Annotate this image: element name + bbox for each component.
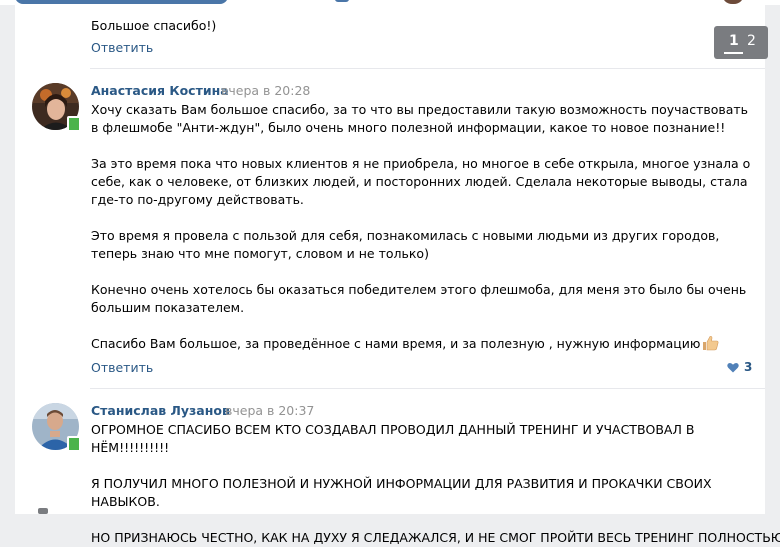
header-search-bar[interactable] — [15, 0, 228, 4]
comment-paragraph: НО ПРИЗНАЮСЬ ЧЕСТНО, КАК НА ДУХУ Я СЛЕДА… — [91, 530, 780, 545]
comment-text: Хочу сказать Вам большое спасибо, за то … — [91, 101, 753, 356]
prev-reply-link[interactable]: Ответить — [91, 40, 153, 55]
page-1-button[interactable]: 1 — [724, 33, 743, 54]
page-2-button[interactable]: 2 — [747, 33, 756, 49]
comment-paragraph: Я ПОЛУЧИЛ МНОГО ПОЛЕЗНОЙ И НУЖНОЙ ИНФОРМ… — [91, 476, 712, 509]
scroll-indicator — [38, 508, 48, 514]
comment-author[interactable]: Анастасия Костина — [91, 83, 229, 98]
like-button[interactable]: 3 — [727, 360, 752, 374]
user-avatar[interactable] — [722, 0, 744, 4]
comment-date[interactable]: вчера в 20:37 — [225, 403, 314, 418]
comment-divider — [90, 68, 765, 69]
comment-paragraph: Спасибо Вам большое, за проведённое с на… — [91, 335, 753, 356]
comment-paragraph: Хочу сказать Вам большое спасибо, за то … — [91, 102, 749, 135]
comment-paragraph-text: Спасибо Вам большое, за проведённое с на… — [91, 336, 701, 351]
comments-panel: Большое спасибо!) Ответить Анастасия Кос… — [15, 5, 780, 545]
thumbs-up-icon — [702, 335, 719, 356]
comment-paragraph: Конечно очень хотелось бы оказаться побе… — [91, 282, 747, 315]
comment-paragraph: За это время пока что новых клиентов я н… — [91, 156, 751, 207]
comment-date[interactable]: вчера в 20:28 — [221, 83, 310, 98]
pagination: 1 2 — [714, 26, 768, 59]
prev-comment-text: Большое спасибо!) — [91, 18, 217, 33]
notifications-icon[interactable] — [335, 0, 349, 2]
like-count: 3 — [744, 360, 753, 374]
comment-text: ОГРОМНОЕ СПАСИБО ВСЕМ КТО СОЗДАВАЛ ПРОВО… — [91, 421, 780, 547]
reply-link[interactable]: Ответить — [91, 360, 153, 375]
comment-paragraph: Это время я провела с пользой для себя, … — [91, 228, 720, 261]
online-mobile-icon — [67, 116, 81, 132]
online-mobile-icon — [67, 436, 81, 452]
comment-paragraph: ОГРОМНОЕ СПАСИБО ВСЕМ КТО СОЗДАВАЛ ПРОВО… — [91, 422, 695, 455]
comment-divider — [90, 388, 765, 389]
comment-author[interactable]: Станислав Лузанов — [91, 403, 230, 418]
heart-icon — [727, 362, 739, 372]
